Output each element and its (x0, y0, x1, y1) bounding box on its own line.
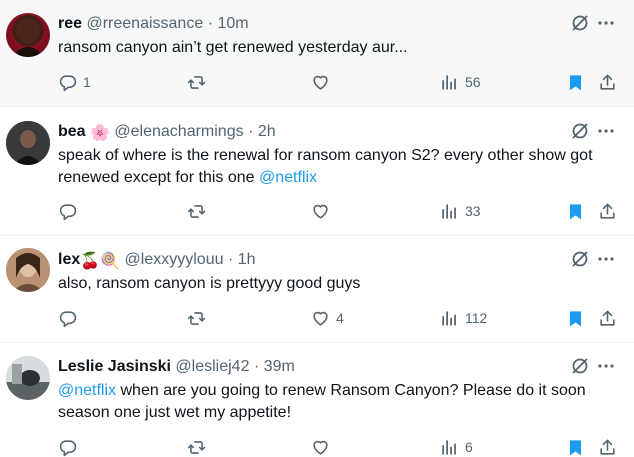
handle[interactable]: @lexxyyylouu (125, 251, 224, 268)
views-icon (442, 203, 456, 219)
more-icon[interactable] (596, 121, 616, 141)
reply-icon (59, 310, 77, 327)
heart-icon (313, 204, 328, 219)
grok-icon[interactable] (570, 356, 590, 376)
display-name[interactable]: lex (58, 251, 80, 268)
avatar[interactable] (6, 121, 50, 165)
views-button[interactable]: 112 (440, 308, 487, 328)
more-icon[interactable] (596, 13, 616, 33)
bookmark-icon (569, 74, 582, 90)
views-button[interactable]: 56 (440, 72, 481, 92)
like-button[interactable] (311, 72, 336, 92)
tweet-3[interactable]: lex🍒🍭 @lexxyyylouu · 1h also, ransom can… (0, 236, 634, 343)
handle[interactable]: @rreenaissance (86, 15, 203, 32)
views-count: 6 (465, 439, 473, 455)
tweet-header: ree @rreenaissance · 10m (58, 14, 574, 34)
views-count: 112 (465, 310, 488, 326)
share-button[interactable] (598, 201, 617, 221)
display-name[interactable]: ree (58, 15, 82, 32)
tweet-text: also, ransom canyon is prettyyy good guy… (58, 275, 361, 292)
flower-emoji: 🌸 (90, 125, 110, 142)
heart-icon (313, 75, 328, 90)
views-button[interactable]: 33 (440, 201, 481, 221)
bookmark-button[interactable] (566, 72, 585, 92)
tweet-header: bea 🌸 @elenacharmings · 2h (58, 122, 574, 144)
bookmark-button[interactable] (566, 437, 585, 457)
views-count: 56 (465, 74, 481, 90)
bookmark-icon (569, 310, 582, 326)
handle[interactable]: @elenacharmings (114, 123, 243, 140)
like-button[interactable] (311, 437, 336, 457)
bookmark-button[interactable] (566, 308, 585, 328)
reply-button[interactable]: 1 (58, 72, 91, 92)
retweet-icon (187, 75, 206, 89)
timestamp[interactable]: 10m (217, 15, 248, 32)
grok-icon[interactable] (570, 121, 590, 141)
timestamp[interactable]: 39m (264, 358, 295, 375)
share-button[interactable] (598, 437, 617, 457)
retweet-button[interactable] (187, 437, 212, 457)
reply-button[interactable] (58, 201, 83, 221)
tweet-4[interactable]: Leslie Jasinski @lesliej42 · 39m @netfli… (0, 343, 634, 456)
share-button[interactable] (598, 72, 617, 92)
share-icon (600, 310, 615, 326)
reply-button[interactable] (58, 308, 83, 328)
avatar[interactable] (6, 248, 50, 292)
share-button[interactable] (598, 308, 617, 328)
tweet-header: Leslie Jasinski @lesliej42 · 39m (58, 357, 574, 377)
like-count: 4 (336, 310, 344, 326)
tweet-text: speak of where is the renewal for ransom… (58, 147, 593, 186)
avatar[interactable] (6, 356, 50, 400)
share-icon (600, 203, 615, 219)
views-icon (442, 310, 456, 326)
handle[interactable]: @lesliej42 (175, 358, 249, 375)
separator: · (248, 123, 254, 140)
reply-icon (59, 203, 77, 220)
separator: · (253, 358, 260, 375)
display-name[interactable]: bea (58, 123, 86, 140)
heart-icon (313, 311, 328, 326)
retweet-icon (187, 311, 206, 325)
heart-icon (313, 440, 328, 455)
reply-icon (59, 439, 77, 456)
tweet-2[interactable]: bea 🌸 @elenacharmings · 2h speak of wher… (0, 107, 634, 236)
separator: · (227, 251, 234, 268)
grok-icon[interactable] (570, 249, 590, 269)
views-icon (442, 74, 456, 90)
cherry-lollipop-emoji: 🍒🍭 (80, 253, 121, 270)
share-icon (600, 74, 615, 90)
like-button[interactable]: 4 (311, 308, 344, 328)
views-icon (442, 439, 456, 455)
more-icon[interactable] (596, 356, 616, 376)
separator: · (207, 15, 214, 32)
bookmark-icon (569, 439, 582, 455)
timestamp[interactable]: 1h (238, 251, 256, 268)
grok-icon[interactable] (570, 13, 590, 33)
timestamp[interactable]: 2h (258, 123, 276, 140)
mention-link[interactable]: @netflix (58, 382, 116, 399)
retweet-button[interactable] (187, 72, 212, 92)
bookmark-button[interactable] (566, 201, 585, 221)
mention-link[interactable]: @netflix (259, 169, 317, 186)
tweet-text: @netflix when are you going to renew Ran… (58, 382, 586, 421)
like-button[interactable] (311, 201, 336, 221)
retweet-button[interactable] (187, 308, 212, 328)
bookmark-icon (569, 203, 582, 219)
retweet-icon (187, 204, 206, 218)
tweet-1[interactable]: ree @rreenaissance · 10m ransom canyon a… (0, 0, 634, 107)
retweet-button[interactable] (187, 201, 212, 221)
tweet-header: lex🍒🍭 @lexxyyylouu · 1h (58, 250, 574, 272)
avatar[interactable] (6, 13, 50, 57)
views-count: 33 (465, 203, 481, 219)
reply-count: 1 (83, 74, 91, 90)
tweet-text: ransom canyon ain’t get renewed yesterda… (58, 39, 408, 56)
more-icon[interactable] (596, 249, 616, 269)
views-button[interactable]: 6 (440, 437, 473, 457)
share-icon (600, 439, 615, 455)
reply-button[interactable] (58, 437, 83, 457)
reply-icon (59, 74, 77, 91)
display-name[interactable]: Leslie Jasinski (58, 358, 171, 375)
retweet-icon (187, 440, 206, 454)
